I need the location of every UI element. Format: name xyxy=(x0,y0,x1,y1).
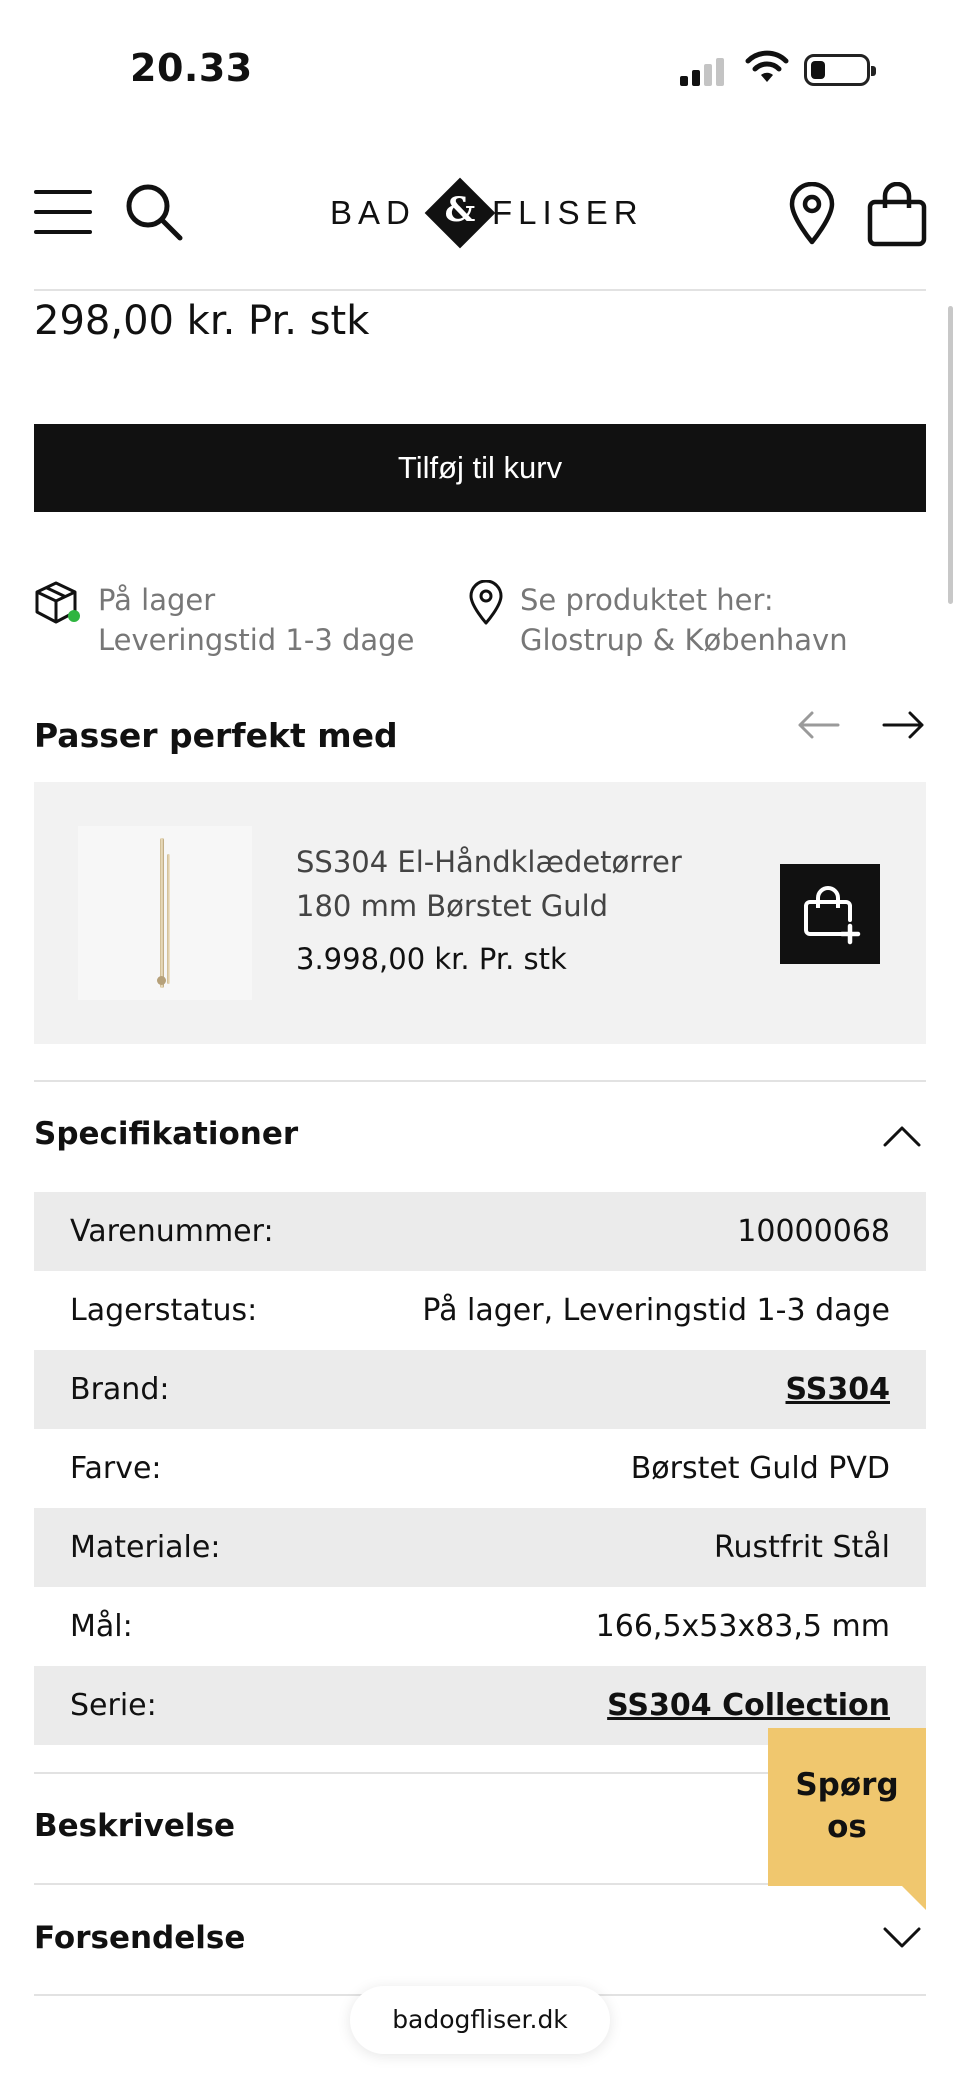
spec-value: 10000068 xyxy=(737,1214,890,1249)
spec-row-brand: Brand: SS304 xyxy=(34,1350,926,1429)
status-time: 20.33 xyxy=(130,46,253,90)
spec-value: 166,5x53x83,5 mm xyxy=(595,1609,890,1644)
spec-value: Børstet Guld PVD xyxy=(630,1451,890,1486)
towel-warmer-image[interactable] xyxy=(78,826,252,1000)
arrow-right-icon[interactable] xyxy=(882,710,926,740)
spec-label: Materiale: xyxy=(70,1530,221,1565)
spec-label: Mål: xyxy=(70,1609,133,1644)
spec-label: Farve: xyxy=(70,1451,162,1486)
product-name-line1: SS304 El-Håndklædetørrer xyxy=(296,845,682,879)
header-divider xyxy=(34,289,926,291)
spec-row-item-number: Varenummer: 10000068 xyxy=(34,1192,926,1271)
spec-label: Brand: xyxy=(70,1372,170,1407)
battery-icon xyxy=(804,54,876,86)
recommended-product-card[interactable]: SS304 El-Håndklædetørrer 180 mm Børstet … xyxy=(34,782,926,1044)
page-scrollbar[interactable] xyxy=(948,306,953,604)
showroom-line1: Se produktet her: xyxy=(520,583,774,617)
bag-plus-icon xyxy=(804,886,861,945)
spec-row-material: Materiale: Rustfrit Stål xyxy=(34,1508,926,1587)
store-location-icon[interactable] xyxy=(786,182,838,246)
cellular-signal-icon xyxy=(680,56,730,86)
ask-us-chat-button[interactable]: Spørg os xyxy=(768,1728,926,1886)
spec-label: Lagerstatus: xyxy=(70,1293,258,1328)
in-stock-indicator xyxy=(68,610,80,622)
recommendations-title: Passer perfekt med xyxy=(34,716,398,755)
description-toggle[interactable]: Beskrivelse xyxy=(34,1808,235,1844)
shipping-toggle[interactable]: Forsendelse xyxy=(34,1920,245,1956)
spec-row-stock-status: Lagerstatus: På lager, Leveringstid 1-3 … xyxy=(34,1271,926,1350)
shopping-bag-icon[interactable] xyxy=(866,182,928,248)
browser-url-bar[interactable]: badogfliser.dk xyxy=(350,1986,610,2054)
chevron-down-icon[interactable] xyxy=(882,1926,922,1950)
recommended-product-price: 3.998,00 kr. Pr. stk xyxy=(296,942,567,976)
hamburger-menu-icon[interactable] xyxy=(34,190,92,236)
logo-text-right: FLISER xyxy=(492,194,644,231)
section-divider xyxy=(34,1080,926,1082)
spec-row-dimensions: Mål: 166,5x53x83,5 mm xyxy=(34,1587,926,1666)
add-to-bag-button[interactable] xyxy=(780,864,880,964)
site-logo[interactable]: BAD & FLISER xyxy=(330,177,640,249)
chevron-up-icon[interactable] xyxy=(882,1124,922,1148)
showroom-text: Se produktet her: Glostrup & København xyxy=(520,580,848,660)
logo-text-left: BAD xyxy=(330,194,416,231)
showroom-line2: Glostrup & København xyxy=(520,623,848,657)
search-icon[interactable] xyxy=(124,182,184,242)
chat-label-line1: Spørg xyxy=(795,1767,899,1803)
specifications-table: Varenummer: 10000068 Lagerstatus: På lag… xyxy=(34,1192,926,1745)
product-name-line2: 180 mm Børstet Guld xyxy=(296,889,609,923)
spec-value: Rustfrit Stål xyxy=(714,1530,890,1565)
product-price: 298,00 kr. Pr. stk xyxy=(34,298,370,344)
stock-status-line2: Leveringstid 1-3 dage xyxy=(98,623,415,657)
stock-status-text: På lager Leveringstid 1-3 dage xyxy=(98,580,414,660)
spec-row-color: Farve: Børstet Guld PVD xyxy=(34,1429,926,1508)
wifi-icon xyxy=(745,50,789,82)
brand-link[interactable]: SS304 xyxy=(786,1350,891,1429)
spec-label: Serie: xyxy=(70,1688,157,1723)
specifications-toggle[interactable]: Specifikationer xyxy=(34,1116,298,1152)
chat-bubble-tail xyxy=(900,1884,926,1910)
chat-label-line2: os xyxy=(827,1809,867,1845)
arrow-left-icon[interactable] xyxy=(796,710,840,740)
site-header: BAD & FLISER xyxy=(0,160,960,290)
spec-value: På lager, Leveringstid 1-3 dage xyxy=(422,1293,890,1328)
stock-status-line1: På lager xyxy=(98,583,216,617)
recommended-product-name[interactable]: SS304 El-Håndklædetørrer 180 mm Børstet … xyxy=(296,840,736,928)
add-to-cart-button[interactable]: Tilføj til kurv xyxy=(34,424,926,512)
status-bar: 20.33 xyxy=(0,0,960,140)
logo-ampersand: & xyxy=(444,190,476,230)
spec-label: Varenummer: xyxy=(70,1214,274,1249)
location-pin-icon xyxy=(469,580,503,625)
